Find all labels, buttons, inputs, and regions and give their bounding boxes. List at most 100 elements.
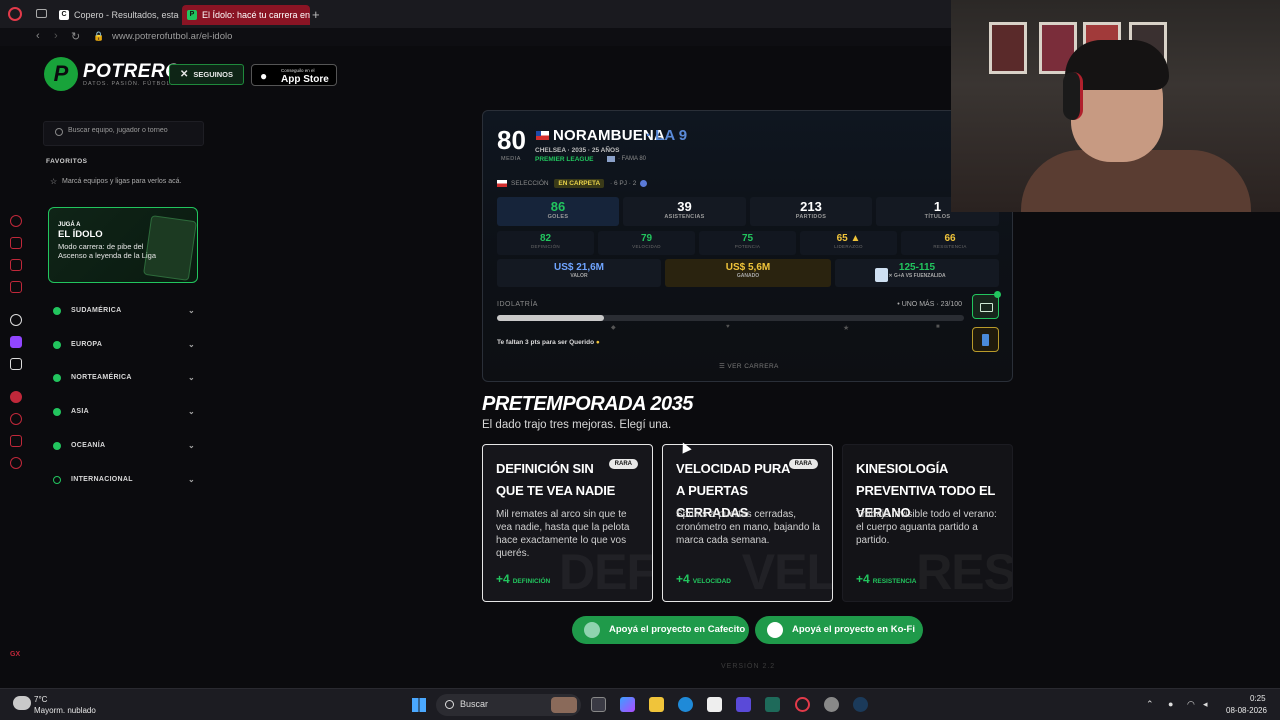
upgrade-card-definicion[interactable]: DEF DEFINICIÓN SIN QUE TE VEA NADIE RARA… [482,444,653,602]
new-tab-button[interactable]: + [312,7,320,22]
twitch-icon[interactable] [10,336,22,348]
tray-chevron-up-icon[interactable]: ⌃ [1146,699,1154,710]
share-icon[interactable] [10,435,22,447]
region-label: ASIA [71,408,89,415]
stat-label: GOLES [547,214,569,220]
region-internacional[interactable]: INTERNACIONAL ⌄ [45,470,205,490]
follow-label: SEGUINOS [193,70,233,79]
shop-button[interactable] [972,291,1001,319]
back-icon[interactable]: ‹ [36,30,40,42]
idolatria-progress-bar [497,315,964,321]
app-store-button[interactable]: ● Conseguilo en el App Store [251,64,337,86]
bonus-attr: VELOCIDAD [692,578,731,585]
stat-label: TÍTULOS [924,214,951,220]
chatgpt-app-icon[interactable] [824,697,839,712]
clock-time[interactable]: 0:25 [1250,694,1266,703]
lock-icon[interactable]: 🔒 [93,31,104,42]
attr-liderazgo: 65 ▲ LIDERAZGO [800,231,897,255]
promo-el-idolo[interactable]: JUGÁ A EL ÍDOLO Modo carrera: de pibe de… [48,207,198,283]
clock-date[interactable]: 08-08-2026 [1226,706,1267,715]
gx-icon[interactable]: GX [10,651,22,663]
volume-icon[interactable]: ◂ [1203,699,1208,710]
promo-small: JUGÁ A [58,222,81,228]
milestone-1-icon: ◆ [611,325,616,331]
windows-start-icon[interactable] [412,698,426,712]
region-norteamerica[interactable]: NORTEAMÉRICA ⌄ [45,368,205,388]
headset-image [1063,72,1083,120]
weather-cloud-icon[interactable] [13,696,31,710]
gmail-icon[interactable] [10,281,22,293]
messenger-icon[interactable] [10,259,22,271]
kofi-button[interactable]: Apoyá el proyecto en Ko-Fi [755,616,923,644]
weather-temp[interactable]: 7°C [34,695,47,704]
phone-button[interactable] [972,327,999,352]
region-europa[interactable]: EUROPA ⌄ [45,335,205,355]
region-asia[interactable]: ASIA ⌄ [45,402,205,422]
idolatria-hint-text: Te faltan 3 pts para ser Querido [497,339,595,346]
bonus-value: +4 [856,572,870,586]
forward-icon[interactable]: › [54,30,58,42]
region-oceania[interactable]: OCEANÍA ⌄ [45,436,205,456]
potrero-favicon-icon: P [187,10,197,20]
attr-label: LIDERAZGO [834,244,863,249]
weather-desc[interactable]: Mayorm. nublado [34,706,96,715]
history-icon[interactable] [10,413,22,425]
money-value: US$ 5,6M [725,262,771,273]
aria-icon[interactable] [10,215,22,227]
region-label: OCEANÍA [71,442,106,449]
cafecito-button[interactable]: Apoyá el proyecto en Cafecito [572,616,749,644]
shopping-icon[interactable] [10,237,22,249]
wifi-icon[interactable]: ◠ [1187,699,1195,710]
potrero-logo-word[interactable]: POTRERO [83,61,180,83]
microphone-icon[interactable]: ● [1168,699,1173,709]
search-input[interactable] [68,127,198,134]
tab-el-idolo[interactable]: P El Ídolo: hacé tu carrera en [182,5,310,25]
rival-comparison: 125-115 ✕ G+A VS FUENZALIDA [835,259,999,287]
europa-icon [53,341,61,349]
store-icon[interactable] [707,697,722,712]
region-label: NORTEAMÉRICA [71,374,132,381]
opera-logo-icon[interactable] [8,7,22,21]
money-ganado: US$ 5,6M GANADO [665,259,831,287]
music-player-icon[interactable] [10,391,22,403]
x-logo-icon: ✕ [180,69,189,80]
workspaces-icon[interactable] [36,9,47,18]
kofi-label: Apoyá el proyecto en Ko-Fi [792,624,915,635]
money-label: GANADO [736,273,760,279]
potrero-logo-icon[interactable]: P [44,57,78,91]
discord-icon[interactable] [10,358,22,370]
opera-gx-icon[interactable] [795,697,810,712]
asia-icon [53,408,61,416]
app-icon[interactable] [736,697,751,712]
upgrade-card-resistencia[interactable]: RES KINESIOLOGÍA PREVENTIVA TODO EL VERA… [842,444,1013,602]
chevron-down-icon: ⌄ [187,306,195,315]
tab-label: El Ídolo: hacé tu carrera en [202,10,310,20]
copilot-icon[interactable] [620,697,635,712]
url-field[interactable]: www.potrerofutbol.ar/el-idolo [112,31,232,42]
idolatria-hint: Te faltan 3 pts para ser Querido ● [497,339,600,346]
attr-label: VELOCIDAD [632,244,661,249]
file-explorer-icon[interactable] [649,697,664,712]
ver-carrera-button[interactable]: ☰ VER CARRERA [719,362,779,370]
selection-badge: EN CARPETA [554,179,605,188]
follow-button[interactable]: ✕ SEGUINOS [169,64,244,85]
version-label: VERSIÓN 2.2 [721,663,776,670]
chatgpt-icon[interactable] [10,314,22,326]
taskbar-search[interactable]: Buscar [436,694,581,716]
task-view-icon[interactable] [591,697,606,712]
edge-icon[interactable] [678,697,693,712]
copero-favicon-icon: C [59,10,69,20]
stat-value: 213 [800,199,822,214]
region-sudamerica[interactable]: SUDAMÉRICA ⌄ [45,301,205,321]
stat-value: 39 [677,199,692,214]
bonus-value: +4 [676,572,690,586]
upgrade-card-velocidad[interactable]: VEL VELOCIDAD PURA A PUERTAS CERRADAS RA… [662,444,833,602]
steam-icon[interactable] [853,697,868,712]
search-box[interactable] [43,121,204,146]
terminal-icon[interactable] [765,697,780,712]
settings-gear-icon[interactable] [10,457,22,469]
tab-copero[interactable]: C Copero - Resultados, estad [54,5,179,25]
upgrade-desc: Trabajo invisible todo el verano: el cue… [856,509,997,546]
reload-icon[interactable]: ↻ [71,30,80,43]
webcam-overlay [951,0,1280,212]
